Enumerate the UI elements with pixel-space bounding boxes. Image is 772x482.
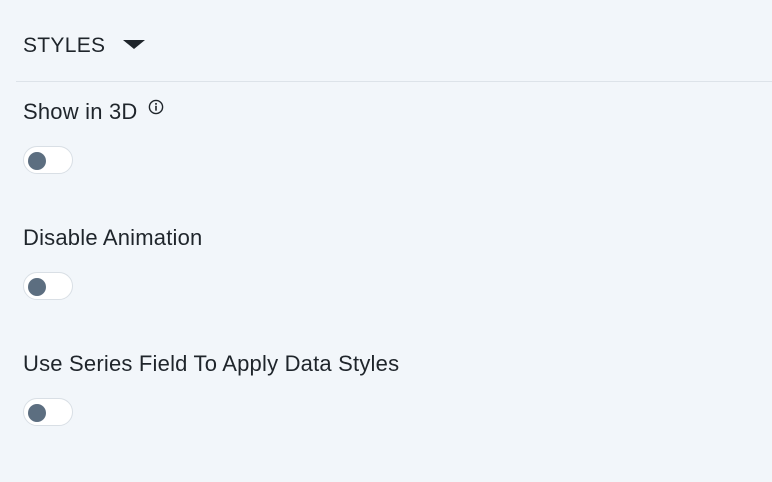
setting-use-series-field: Use Series Field To Apply Data Styles	[23, 349, 399, 426]
setting-label: Disable Animation	[23, 225, 203, 250]
setting-show-in-3d: Show in 3D	[23, 97, 164, 174]
setting-label: Show in 3D	[23, 99, 138, 124]
section-divider	[16, 81, 772, 82]
setting-disable-animation: Disable Animation	[23, 223, 203, 300]
toggle-knob	[28, 152, 46, 170]
disable-animation-toggle[interactable]	[23, 272, 73, 300]
toggle-knob	[28, 278, 46, 296]
show-in-3d-toggle[interactable]	[23, 146, 73, 174]
section-title: STYLES	[23, 34, 106, 57]
setting-label-row: Use Series Field To Apply Data Styles	[23, 349, 399, 379]
toggle-knob	[28, 404, 46, 422]
setting-label-row: Show in 3D	[23, 97, 164, 127]
styles-section-header[interactable]: STYLES	[23, 30, 146, 62]
setting-label: Use Series Field To Apply Data Styles	[23, 351, 400, 376]
info-icon[interactable]	[148, 99, 164, 115]
caret-down-icon[interactable]	[123, 39, 146, 49]
setting-label-row: Disable Animation	[23, 223, 203, 253]
use-series-field-toggle[interactable]	[23, 398, 73, 426]
